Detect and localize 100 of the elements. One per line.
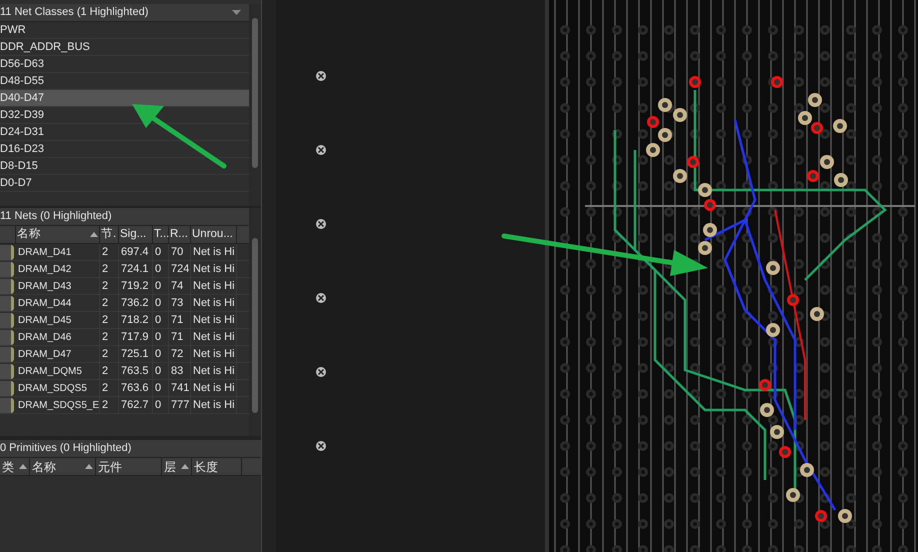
table-cell: 763.6 <box>119 380 153 396</box>
column-header[interactable]: T... <box>153 226 169 243</box>
column-header[interactable]: 类 <box>0 458 30 475</box>
table-cell: 763.5 <box>119 363 153 379</box>
color-swatch[interactable] <box>0 364 14 378</box>
table-cell: 0 <box>153 346 169 362</box>
table-cell: Net is Hi <box>191 380 237 396</box>
table-cell: 2 <box>100 278 119 294</box>
table-cell: 736.2 <box>119 295 153 311</box>
table-cell: 83 <box>169 363 191 379</box>
table-cell: 73 <box>169 295 191 311</box>
table-cell: DRAM_D43 <box>16 278 100 294</box>
table-cell: DRAM_D45 <box>16 312 100 328</box>
dropdown-caret-icon[interactable] <box>232 10 241 15</box>
table-cell: 741 <box>169 380 191 396</box>
table-cell: 724.1 <box>119 261 153 277</box>
table-cell: 2 <box>100 363 119 379</box>
panel-title: 11 Nets (0 Highlighted) <box>0 209 112 224</box>
origin-mark-icon <box>315 70 327 82</box>
sort-arrow-icon <box>90 232 98 237</box>
table-cell: DRAM_D44 <box>16 295 100 311</box>
table-cell: Net is Hi <box>191 312 237 328</box>
list-item[interactable]: D8-D15 <box>0 158 249 175</box>
color-swatch[interactable] <box>0 278 14 294</box>
table-cell: 0 <box>153 261 169 277</box>
color-swatch[interactable] <box>0 262 14 276</box>
table-cell: 697.4 <box>119 244 153 260</box>
origin-mark-icon <box>315 440 327 452</box>
table-cell: 0 <box>153 244 169 260</box>
column-header[interactable]: 名称 <box>30 458 96 475</box>
origin-mark-icon <box>315 366 327 378</box>
column-header[interactable]: Unrou... <box>191 226 237 243</box>
table-cell: 719.2 <box>119 278 153 294</box>
list-item[interactable]: PWR <box>0 22 249 39</box>
table-cell: DRAM_D42 <box>16 261 100 277</box>
color-swatch[interactable] <box>0 296 14 310</box>
table-cell: 0 <box>153 295 169 311</box>
table-cell: 717.9 <box>119 329 153 345</box>
table-cell: 2 <box>100 295 119 311</box>
column-header[interactable]: R... <box>169 226 191 243</box>
table-cell: 0 <box>153 363 169 379</box>
table-cell: DRAM_SDQS5 <box>16 380 100 396</box>
table-cell: 725.1 <box>119 346 153 362</box>
table-cell: 2 <box>100 329 119 345</box>
table-cell: Net is Hi <box>191 329 237 345</box>
color-swatch[interactable] <box>0 380 14 396</box>
origin-mark-icon <box>315 218 327 230</box>
column-header[interactable]: Sig... <box>119 226 153 243</box>
table-cell: 0 <box>153 329 169 345</box>
color-swatch[interactable] <box>0 398 14 412</box>
table-cell: 2 <box>100 261 119 277</box>
table-cell: 70 <box>169 244 191 260</box>
table-cell: 74 <box>169 278 191 294</box>
column-header[interactable]: 长度 <box>192 458 242 475</box>
table-cell: 2 <box>100 244 119 260</box>
origin-mark-icon <box>315 292 327 304</box>
table-cell: Net is Hi <box>191 244 237 260</box>
table-cell: 72 <box>169 346 191 362</box>
table-cell: 2 <box>100 312 119 328</box>
table-cell: Net is Hi <box>191 278 237 294</box>
color-swatch[interactable] <box>0 312 14 328</box>
table-cell: 0 <box>153 380 169 396</box>
list-item[interactable]: D0-D7 <box>0 175 249 192</box>
table-cell: 0 <box>153 278 169 294</box>
origin-mark-icon <box>315 144 327 156</box>
scrollbar[interactable] <box>249 208 261 436</box>
table-cell: DRAM_D46 <box>16 329 100 345</box>
list-item[interactable]: D56-D63 <box>0 56 249 73</box>
table-cell: 718.2 <box>119 312 153 328</box>
table-cell: 2 <box>100 346 119 362</box>
color-swatch[interactable] <box>0 330 14 344</box>
table-cell: Net is Hi <box>191 261 237 277</box>
column-header[interactable]: 节. <box>100 226 119 243</box>
list-item[interactable]: D48-D55 <box>0 73 249 90</box>
list-item[interactable]: D16-D23 <box>0 141 249 158</box>
color-swatch[interactable] <box>0 346 14 362</box>
list-item[interactable]: D32-D39 <box>0 107 249 124</box>
table-cell: Net is Hi <box>191 397 237 413</box>
table-cell: DRAM_D41 <box>16 244 100 260</box>
table-cell: 777 <box>169 397 191 413</box>
table-cell: DRAM_D47 <box>16 346 100 362</box>
column-header[interactable]: 名称 <box>16 226 100 243</box>
table-cell: 0 <box>153 312 169 328</box>
panel-title: 0 Primitives (0 Highlighted) <box>0 441 132 456</box>
scrollbar[interactable] <box>249 4 261 206</box>
table-cell: DRAM_SDQS5_E <box>16 397 100 413</box>
table-cell: 0 <box>153 397 169 413</box>
table-cell: Net is Hi <box>191 295 237 311</box>
table-cell: 2 <box>100 380 119 396</box>
list-item[interactable]: D40-D47 <box>0 90 249 107</box>
list-item[interactable]: DDR_ADDR_BUS <box>0 39 249 56</box>
column-header[interactable]: 元件 <box>96 458 162 475</box>
table-cell: Net is Hi <box>191 363 237 379</box>
table-cell: 2 <box>100 397 119 413</box>
table-cell: 71 <box>169 329 191 345</box>
table-cell: 724 <box>169 261 191 277</box>
list-item[interactable]: D24-D31 <box>0 124 249 141</box>
column-header[interactable]: 层 <box>162 458 192 475</box>
table-cell: 71 <box>169 312 191 328</box>
color-swatch[interactable] <box>0 244 14 260</box>
